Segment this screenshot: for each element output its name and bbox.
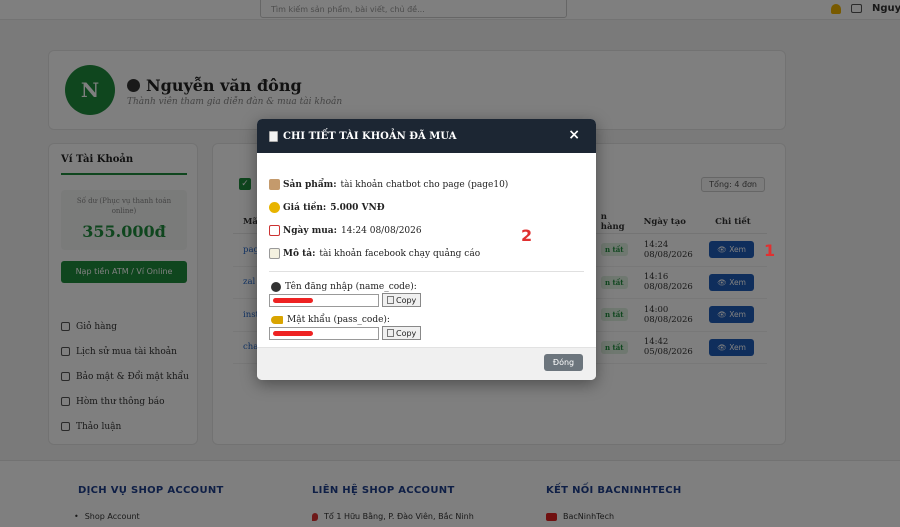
product-value: tài khoản chatbot cho page (page10): [340, 179, 509, 190]
close-icon[interactable]: ×: [568, 127, 580, 143]
price-label: Giá tiền:: [283, 202, 327, 213]
close-button[interactable]: Đóng: [544, 354, 583, 371]
description-label: Mô tả:: [283, 248, 316, 259]
copy-password-button[interactable]: Copy: [382, 326, 422, 340]
copy-username-button[interactable]: Copy: [382, 293, 422, 307]
price-row: Giá tiền: 5.000 VNĐ: [269, 196, 584, 219]
product-row: Sản phẩm: tài khoản chatbot cho page (pa…: [269, 173, 584, 196]
username-label: Tên đăng nhập (name_code):: [271, 282, 584, 292]
clipboard-icon: [387, 329, 394, 337]
username-field[interactable]: [269, 293, 379, 307]
username-row: Copy: [269, 293, 584, 307]
annotation-marker-2: 2: [521, 226, 533, 245]
price-value: 5.000 VNĐ: [330, 202, 385, 213]
clipboard-icon: [269, 130, 278, 142]
package-icon: [269, 179, 280, 190]
memo-icon: [269, 248, 280, 259]
date-row: Ngày mua: 14:24 08/08/2026: [269, 219, 584, 242]
modal-title: CHI TIẾT TÀI KHOẢN ĐÃ MUA: [283, 130, 457, 142]
modal-body: Sản phẩm: tài khoản chatbot cho page (pa…: [257, 153, 596, 340]
date-value: 14:24 08/08/2026: [340, 225, 422, 236]
redaction-mark: [273, 297, 313, 303]
product-label: Sản phẩm:: [283, 179, 337, 190]
key-icon: [271, 316, 283, 324]
password-label: Mật khẩu (pass_code):: [271, 315, 584, 325]
date-label: Ngày mua:: [283, 225, 337, 236]
modal-header: CHI TIẾT TÀI KHOẢN ĐÃ MUA ×: [257, 119, 596, 153]
calendar-icon: [269, 225, 280, 236]
description-value: tài khoản facebook chạy quảng cáo: [319, 248, 481, 259]
divider: [269, 271, 584, 272]
annotation-marker-1: 1: [764, 241, 776, 260]
redaction-mark: [273, 330, 313, 336]
password-row: Copy: [269, 326, 584, 340]
money-bag-icon: [269, 202, 280, 213]
user-icon: [271, 282, 281, 292]
purchase-detail-modal: CHI TIẾT TÀI KHOẢN ĐÃ MUA × Sản phẩm: tà…: [257, 119, 596, 380]
modal-footer: Đóng: [257, 347, 596, 380]
password-field[interactable]: [269, 326, 379, 340]
clipboard-icon: [387, 296, 394, 304]
description-row: Mô tả: tài khoản facebook chạy quảng cáo: [269, 242, 584, 265]
